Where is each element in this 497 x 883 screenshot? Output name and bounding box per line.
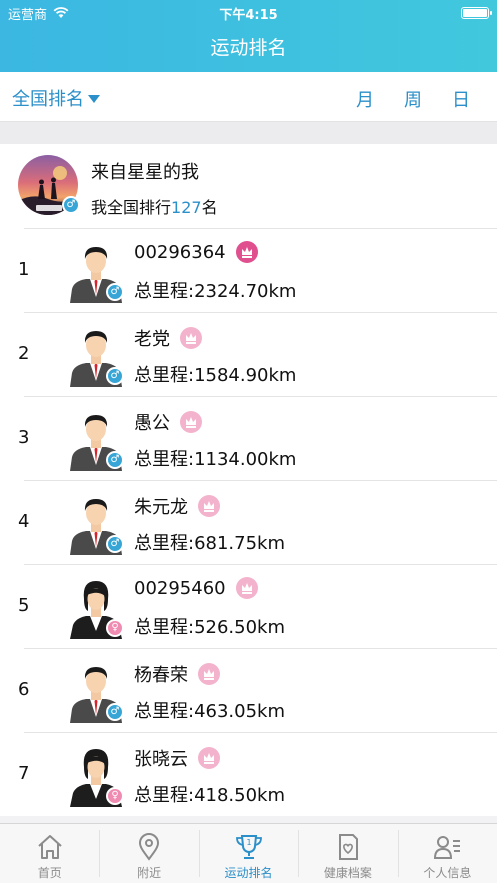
header: 运营商 下午4:15 运动排名: [0, 0, 497, 72]
health-record-icon: [338, 834, 358, 860]
total-distance: 总里程:526.50km: [134, 617, 286, 638]
scope-label: 全国排名: [12, 89, 84, 110]
medal-icon: [180, 411, 202, 433]
tab-week[interactable]: 周: [404, 86, 422, 112]
user-name: 00295460: [134, 577, 226, 599]
scope-dropdown[interactable]: 全国排名: [12, 85, 100, 111]
section-divider: [0, 122, 497, 144]
medal-icon: [198, 663, 220, 685]
ranking-row-6[interactable]: 6 ♂ 杨春荣 总里程:463.05km: [18, 648, 497, 732]
male-avatar: ♂: [68, 407, 124, 471]
total-distance: 总里程:418.50km: [134, 785, 286, 806]
total-distance: 总里程:1584.90km: [134, 365, 297, 386]
battery-icon: [461, 7, 492, 19]
medal-icon: [198, 495, 220, 517]
medal-icon: [235, 577, 258, 599]
total-distance: 总里程:463.05km: [134, 701, 286, 722]
tab-health-records[interactable]: 健康档案: [298, 824, 397, 883]
total-distance: 总里程:681.75km: [134, 533, 286, 554]
svg-text:1: 1: [246, 838, 251, 847]
male-icon: ♂: [106, 535, 124, 553]
status-bar: 运营商 下午4:15: [0, 0, 497, 26]
female-icon: ♀: [106, 787, 124, 805]
rank-number: 7: [18, 763, 30, 784]
medal-icon: [198, 747, 220, 769]
male-icon: ♂: [106, 283, 124, 301]
profile-icon: [434, 836, 461, 859]
rank-number: 4: [18, 511, 30, 532]
male-avatar: ♂: [68, 491, 124, 555]
male-icon: ♂: [106, 703, 124, 721]
ranking-row-4[interactable]: 4 ♂ 朱元龙 总里程:681.75km: [18, 480, 497, 564]
female-avatar: ♀: [68, 743, 124, 807]
my-rank-text: 我全国排行127名: [91, 198, 218, 217]
user-name: 张晓云: [134, 749, 188, 770]
male-avatar: ♂: [68, 323, 124, 387]
user-name: 老党: [134, 329, 170, 350]
total-distance: 总里程:1134.00km: [134, 449, 297, 470]
female-icon: ♀: [106, 619, 124, 637]
tab-nearby[interactable]: 附近: [99, 824, 198, 883]
female-avatar: ♀: [68, 575, 124, 639]
user-name: 朱元龙: [134, 497, 188, 518]
location-pin-icon: [139, 833, 160, 861]
tab-month[interactable]: 月: [356, 86, 374, 112]
my-rank-number: 127: [171, 198, 202, 217]
rank-number: 3: [18, 427, 30, 448]
rank-number: 5: [18, 595, 30, 616]
rank-number: 2: [18, 343, 30, 364]
user-name: 00296364: [134, 241, 226, 263]
user-name: 愚公: [134, 413, 170, 434]
tab-day[interactable]: 日: [452, 86, 470, 112]
trophy-icon: 1: [235, 835, 262, 859]
male-avatar: ♂: [68, 659, 124, 723]
rank-number: 6: [18, 679, 30, 700]
ranking-row-7[interactable]: 7 ♀ 张晓云 总里程:418.50km: [18, 732, 497, 816]
my-name: 来自星星的我: [91, 162, 199, 183]
bottom-tab-bar: 首页 附近 1 运动排名 健康档案 个人信息: [0, 823, 497, 883]
tab-profile[interactable]: 个人信息: [397, 824, 497, 883]
ranking-row-2[interactable]: 2 ♂ 老党 总里程:1584.90km: [18, 312, 497, 396]
filter-bar: 全国排名 月 周 日: [0, 72, 497, 122]
home-icon: [38, 835, 62, 859]
page-title: 运动排名: [210, 37, 287, 59]
clock: 下午4:15: [219, 7, 278, 23]
medal-icon: [235, 241, 258, 263]
caret-down-icon: [88, 95, 100, 103]
medal-icon: [180, 327, 202, 349]
tab-ranking[interactable]: 1 运动排名: [198, 824, 298, 883]
my-rank-card[interactable]: ♂ 来自星星的我 我全国排行127名: [0, 144, 497, 228]
male-avatar: ♂: [68, 239, 124, 303]
tab-home[interactable]: 首页: [0, 824, 99, 883]
ranking-row-1[interactable]: 1 ♂ 00296364 总里程:2324.70km: [18, 228, 497, 312]
total-distance: 总里程:2324.70km: [134, 281, 297, 302]
rank-number: 1: [18, 259, 30, 280]
male-icon: ♂: [106, 451, 124, 469]
male-icon: ♂: [106, 367, 124, 385]
male-icon: ♂: [62, 196, 80, 214]
ranking-row-5[interactable]: 5 ♀ 00295460 总里程:526.50km: [18, 564, 497, 648]
ranking-row-3[interactable]: 3 ♂ 愚公 总里程:1134.00km: [18, 396, 497, 480]
ranking-list: 1 ♂ 00296364 总里程:2324.70km 2 ♂ 老党 总里程:15…: [0, 228, 497, 816]
user-name: 杨春荣: [134, 665, 188, 686]
